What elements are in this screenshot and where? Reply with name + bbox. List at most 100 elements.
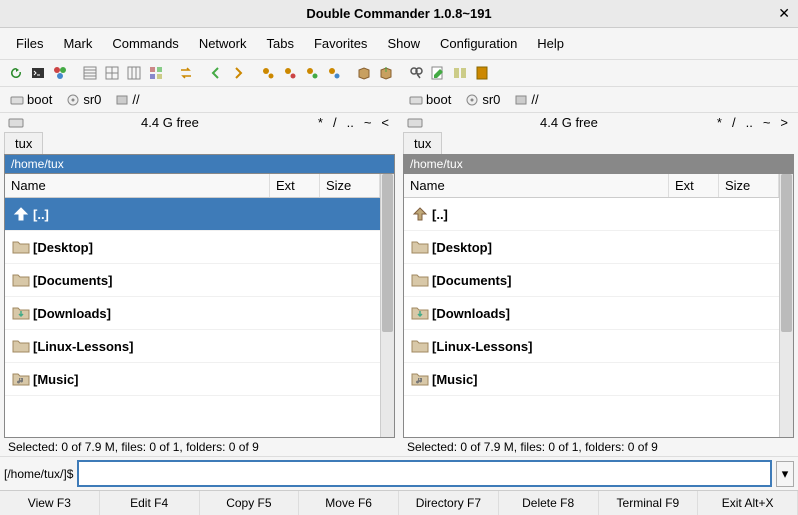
nav-btn[interactable]: *: [715, 115, 724, 130]
function-bar: View F3Edit F4Copy F5Move F6Directory F7…: [0, 490, 798, 515]
folder-icon: [408, 336, 432, 356]
file-row[interactable]: [Downloads]: [404, 297, 779, 330]
file-row[interactable]: [Music]: [404, 363, 779, 396]
scrollbar[interactable]: [380, 174, 394, 437]
drive-sr0[interactable]: sr0: [62, 90, 105, 109]
drive-rootroot[interactable]: //: [510, 90, 542, 109]
file-row[interactable]: [Downloads]: [5, 297, 380, 330]
options-icon[interactable]: [50, 63, 70, 83]
free-space: 4.4 G free: [32, 115, 308, 130]
sync-icon[interactable]: [450, 63, 470, 83]
drive-icon[interactable]: [407, 116, 423, 130]
cmd-dropdown[interactable]: ▾: [776, 461, 794, 487]
file-row[interactable]: [Desktop]: [5, 231, 380, 264]
col-size[interactable]: Size: [719, 174, 779, 197]
swap-icon[interactable]: [176, 63, 196, 83]
menu-help[interactable]: Help: [531, 32, 570, 55]
drive-icon[interactable]: [8, 116, 24, 130]
view4-icon[interactable]: [146, 63, 166, 83]
nav-btn[interactable]: /: [730, 115, 738, 130]
file-name: [Music]: [432, 372, 667, 387]
menu-configuration[interactable]: Configuration: [434, 32, 523, 55]
fn-copy[interactable]: Copy F5: [200, 491, 300, 515]
nav-btn[interactable]: ..: [744, 115, 755, 130]
menu-favorites[interactable]: Favorites: [308, 32, 373, 55]
cmd-prompt: [/home/tux/]$: [4, 467, 73, 481]
nav-fwd-icon[interactable]: [228, 63, 248, 83]
nav-btn[interactable]: ..: [345, 115, 356, 130]
folder-down-icon: [9, 303, 33, 323]
file-row[interactable]: [Music]: [5, 363, 380, 396]
fn-exit[interactable]: Exit Alt+X: [698, 491, 798, 515]
calc-icon[interactable]: [472, 63, 492, 83]
fn-edit[interactable]: Edit F4: [100, 491, 200, 515]
file-row[interactable]: [..]: [404, 198, 779, 231]
up-icon: [408, 204, 432, 224]
view3-icon[interactable]: [124, 63, 144, 83]
scroll-thumb[interactable]: [781, 174, 792, 332]
toolbar: [0, 60, 798, 87]
view2-icon[interactable]: [102, 63, 122, 83]
gears3-icon[interactable]: [302, 63, 322, 83]
menu-commands[interactable]: Commands: [106, 32, 184, 55]
col-ext[interactable]: Ext: [669, 174, 719, 197]
refresh-icon[interactable]: [6, 63, 26, 83]
search-icon[interactable]: [406, 63, 426, 83]
gears4-icon[interactable]: [324, 63, 344, 83]
col-name[interactable]: Name: [404, 174, 669, 197]
menu-mark[interactable]: Mark: [57, 32, 98, 55]
nav-btn[interactable]: <: [379, 115, 391, 130]
col-name[interactable]: Name: [5, 174, 270, 197]
fn-directory[interactable]: Directory F7: [399, 491, 499, 515]
nav-btn[interactable]: ~: [362, 115, 374, 130]
drive-boot[interactable]: boot: [405, 90, 455, 109]
menu-tabs[interactable]: Tabs: [261, 32, 300, 55]
nav-back-icon[interactable]: [206, 63, 226, 83]
fn-delete[interactable]: Delete F8: [499, 491, 599, 515]
col-size[interactable]: Size: [320, 174, 380, 197]
file-row[interactable]: [Desktop]: [404, 231, 779, 264]
status-bar: Selected: 0 of 7.9 M, files: 0 of 1, fol…: [403, 438, 794, 456]
drive-boot[interactable]: boot: [6, 90, 56, 109]
drive-panel-left: boot sr0 //: [0, 87, 399, 112]
file-row[interactable]: [Linux-Lessons]: [404, 330, 779, 363]
fn-move[interactable]: Move F6: [299, 491, 399, 515]
tab[interactable]: tux: [403, 132, 442, 154]
file-name: [Desktop]: [33, 240, 268, 255]
menu-network[interactable]: Network: [193, 32, 253, 55]
drive-rootroot[interactable]: //: [111, 90, 143, 109]
file-row[interactable]: [..]: [5, 198, 380, 231]
scrollbar[interactable]: [779, 174, 793, 437]
folder-icon: [408, 237, 432, 257]
folder-down-icon: [408, 303, 432, 323]
drive-sr0[interactable]: sr0: [461, 90, 504, 109]
terminal-icon[interactable]: [28, 63, 48, 83]
gears1-icon[interactable]: [258, 63, 278, 83]
nav-btn[interactable]: /: [331, 115, 339, 130]
path-bar[interactable]: /home/tux: [403, 154, 794, 173]
view1-icon[interactable]: [80, 63, 100, 83]
tab[interactable]: tux: [4, 132, 43, 154]
col-ext[interactable]: Ext: [270, 174, 320, 197]
pack-icon[interactable]: [354, 63, 374, 83]
fn-terminal[interactable]: Terminal F9: [599, 491, 699, 515]
cmd-input[interactable]: [77, 460, 772, 487]
file-row[interactable]: [Linux-Lessons]: [5, 330, 380, 363]
file-row[interactable]: [Documents]: [404, 264, 779, 297]
path-bar[interactable]: /home/tux: [4, 154, 395, 173]
nav-btn[interactable]: *: [316, 115, 325, 130]
file-row[interactable]: [Documents]: [5, 264, 380, 297]
menu-files[interactable]: Files: [10, 32, 49, 55]
nav-btn[interactable]: >: [778, 115, 790, 130]
drive-row: boot sr0 // boot sr0 //: [0, 87, 798, 113]
menu-show[interactable]: Show: [381, 32, 426, 55]
file-name: [Linux-Lessons]: [33, 339, 268, 354]
multi-rename-icon[interactable]: [428, 63, 448, 83]
nav-buttons: * /.. ~ >: [715, 115, 790, 130]
scroll-thumb[interactable]: [382, 174, 393, 332]
close-button[interactable]: ✕: [778, 5, 790, 22]
fn-view[interactable]: View F3: [0, 491, 100, 515]
nav-btn[interactable]: ~: [761, 115, 773, 130]
unpack-icon[interactable]: [376, 63, 396, 83]
gears2-icon[interactable]: [280, 63, 300, 83]
